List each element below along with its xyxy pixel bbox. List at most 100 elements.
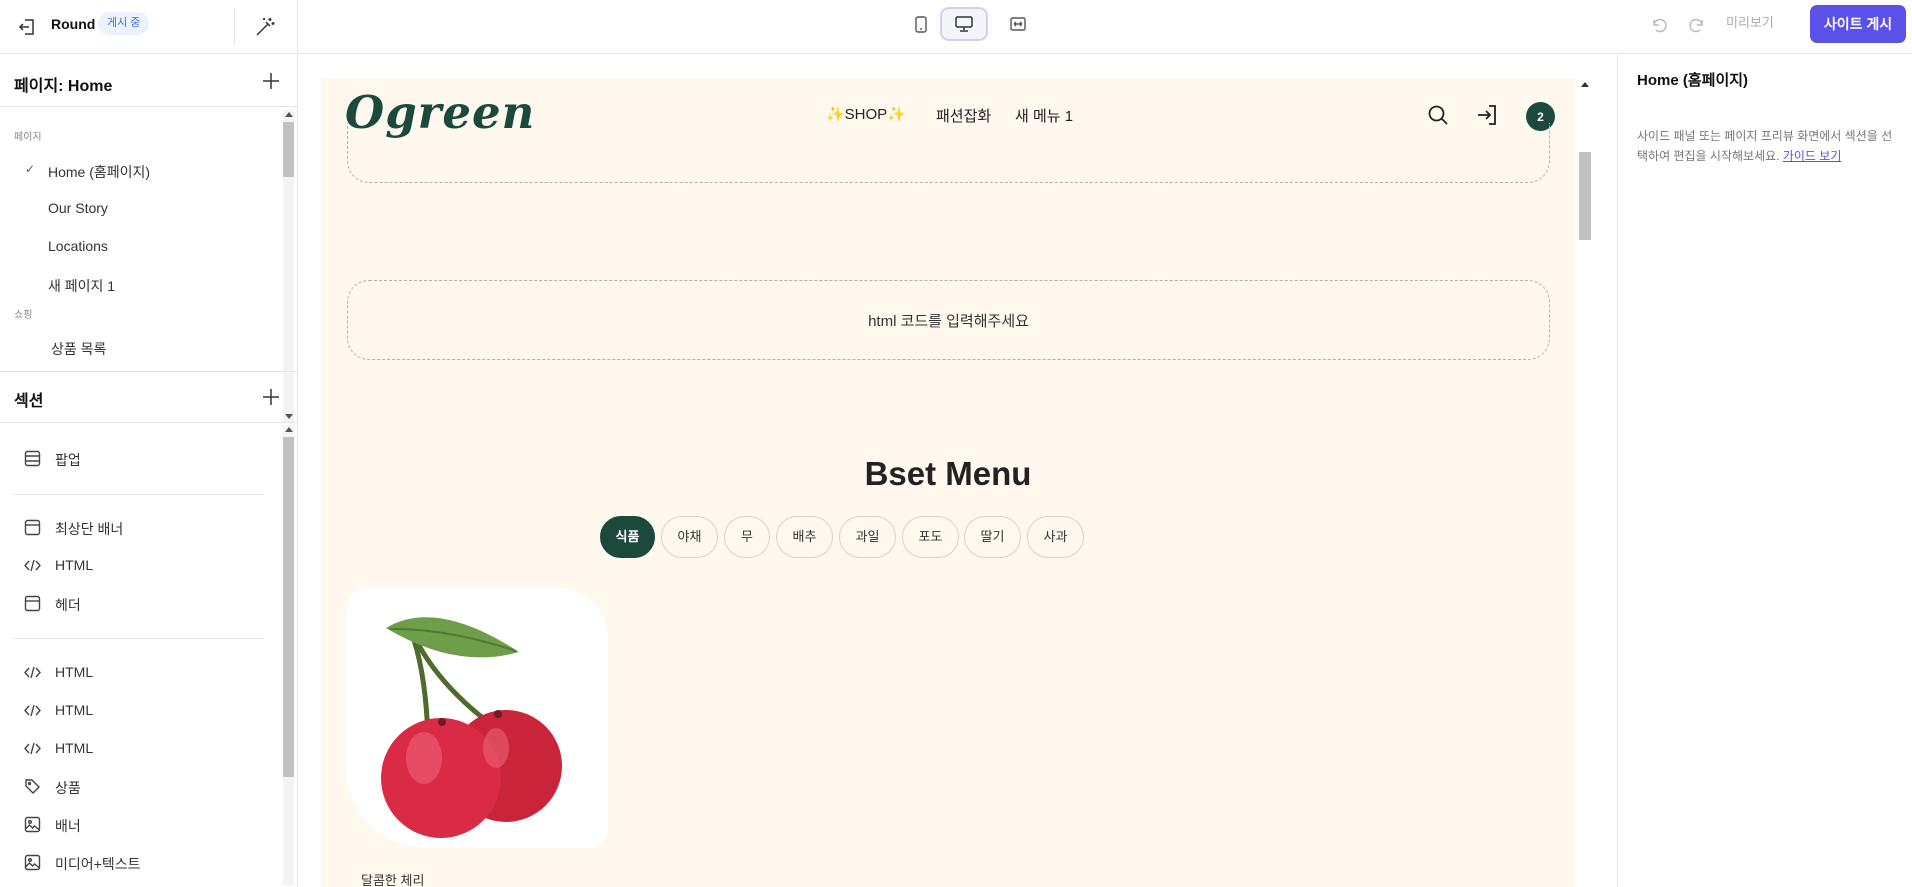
page-item-new-page[interactable]: 새 페이지 1 [0, 269, 280, 299]
section-item-banner[interactable]: 배너 [0, 807, 280, 841]
desktop-view-button[interactable] [940, 7, 988, 41]
section-item-label: 상품 [55, 780, 81, 796]
section-item-header[interactable]: 헤더 [0, 586, 280, 620]
category-chip-apple[interactable]: 사과 [1027, 516, 1084, 558]
divider [13, 638, 264, 639]
code-icon [24, 559, 41, 572]
mobile-icon [915, 15, 927, 33]
category-chip-cabbage[interactable]: 배추 [776, 516, 833, 558]
category-chip-radish[interactable]: 무 [724, 516, 770, 558]
section-item-popup[interactable]: 팝업 [0, 441, 280, 475]
scroll-up-icon [285, 112, 293, 117]
guide-link[interactable]: 가이드 보기 [1783, 149, 1842, 163]
editor-hint-text: 사이드 패널 또는 페이지 프리뷰 화면에서 섹션을 선택하여 편집을 시작해보… [1637, 129, 1893, 163]
cherry-image [381, 617, 562, 838]
category-chip-vegetable[interactable]: 야채 [661, 516, 718, 558]
section-item-label: 최상단 배너 [55, 521, 124, 537]
divider [234, 8, 235, 45]
pages-header: 페이지: Home [0, 55, 298, 107]
section-item-html[interactable]: HTML [0, 731, 280, 765]
add-section-icon[interactable] [260, 386, 282, 408]
image-icon [24, 854, 41, 871]
section-item-label: HTML [55, 557, 94, 573]
section-item-media-text[interactable]: 미디어+텍스트 [0, 845, 280, 879]
check-icon: ✓ [25, 162, 36, 176]
best-menu-title: Bset Menu [864, 455, 1032, 492]
preview-scrollbar[interactable] [1578, 78, 1592, 887]
page-item-label: Our Story [48, 200, 108, 216]
site-preview[interactable]: Ogreen ✨SHOP✨ 패션잡화 새 메뉴 1 2 html 코드를 입력해… [321, 78, 1575, 887]
undo-button[interactable] [1646, 12, 1672, 38]
page-item-label: 상품 목록 [51, 341, 107, 357]
tag-icon [25, 779, 40, 794]
section-item-label: 배너 [55, 818, 81, 834]
html-section-placeholder[interactable]: html 코드를 입력해주세요 [347, 280, 1550, 360]
fullwidth-icon [1010, 17, 1026, 31]
undo-icon [1653, 18, 1667, 33]
mobile-view-button[interactable] [897, 7, 945, 41]
html-placeholder-text: html 코드를 입력해주세요 [868, 313, 1029, 330]
pages-group-label: 페이지 [14, 132, 42, 143]
image-icon [24, 816, 41, 833]
right-panel: Home (홈페이지) 사이드 패널 또는 페이지 프리뷰 화면에서 섹션을 선… [1617, 55, 1912, 887]
scroll-up-icon [285, 427, 293, 432]
page-item-label: 새 페이지 1 [48, 278, 116, 294]
left-panel: 페이지: Home 페이지 ✓ Home (홈페이지) Our Story Lo… [0, 55, 298, 887]
page-item-locations[interactable]: Locations [0, 231, 280, 261]
preview-button[interactable]: 미리보기 [1726, 14, 1774, 32]
product-name: 달콤한 체리 [361, 873, 425, 887]
magic-wand-icon [256, 18, 275, 36]
section-item-product[interactable]: 상품 [0, 769, 280, 803]
scrollbar-thumb[interactable] [1579, 152, 1591, 240]
status-badge: 게시 중 [98, 12, 150, 35]
section-item-label: HTML [55, 664, 94, 680]
fullwidth-view-button[interactable] [994, 7, 1042, 41]
top-bar: Round 게시 중 미리보기 사이트 게시 [0, 0, 1912, 54]
selected-page-title: Home (홈페이지) [1637, 72, 1749, 89]
section-item-label: 팝업 [55, 452, 81, 468]
redo-button[interactable] [1684, 12, 1710, 38]
page-item-home[interactable]: ✓ Home (홈페이지) [0, 155, 280, 185]
section-item-html[interactable]: HTML [0, 693, 280, 727]
exit-icon [18, 19, 34, 35]
html-section-placeholder[interactable] [347, 123, 1550, 183]
editor-hint: 사이드 패널 또는 페이지 프리뷰 화면에서 섹션을 선택하여 편집을 시작해보… [1637, 126, 1899, 166]
page-item-label: Locations [48, 238, 108, 254]
sections-header: 섹션 [0, 371, 298, 423]
category-chip-food[interactable]: 식품 [600, 516, 655, 558]
site-header: Round 게시 중 [0, 0, 298, 54]
sections-scrollbar[interactable] [283, 425, 294, 885]
page-item-our-story[interactable]: Our Story [0, 193, 280, 223]
code-icon [24, 704, 41, 717]
redo-icon [1689, 18, 1703, 33]
browser-icon [24, 519, 41, 536]
scrollbar-thumb[interactable] [283, 122, 294, 177]
layout-icon [24, 450, 41, 467]
scrollbar-thumb[interactable] [283, 437, 294, 777]
page-item-product-list[interactable]: 상품 목록 [0, 332, 280, 362]
page-item-label: Home (홈페이지) [48, 164, 151, 180]
section-item-label: HTML [55, 702, 94, 718]
scroll-up-icon [1581, 82, 1589, 87]
divider [13, 494, 264, 495]
nav-item-shop[interactable]: ✨SHOP✨ [826, 105, 906, 123]
category-chip-fruit[interactable]: 과일 [839, 516, 896, 558]
sections-title: 섹션 [14, 393, 44, 410]
category-chip-strawberry[interactable]: 딸기 [964, 516, 1021, 558]
pages-title: 페이지: Home [14, 78, 113, 95]
add-page-icon[interactable] [260, 70, 282, 92]
code-icon [24, 742, 41, 755]
browser-icon [24, 595, 41, 612]
category-chip-grape[interactable]: 포도 [902, 516, 959, 558]
section-item-html[interactable]: HTML [0, 548, 280, 582]
section-item-label: 헤더 [55, 597, 81, 613]
publish-button[interactable]: 사이트 게시 [1810, 5, 1906, 43]
section-item-top-banner[interactable]: 최상단 배너 [0, 510, 280, 544]
section-item-html[interactable]: HTML [0, 655, 280, 689]
ai-magic-button[interactable] [250, 12, 280, 42]
exit-editor-button[interactable] [13, 13, 41, 41]
product-card[interactable] [346, 588, 608, 848]
site-name: Round [51, 16, 96, 32]
section-item-label: HTML [55, 740, 94, 756]
code-icon [24, 666, 41, 679]
